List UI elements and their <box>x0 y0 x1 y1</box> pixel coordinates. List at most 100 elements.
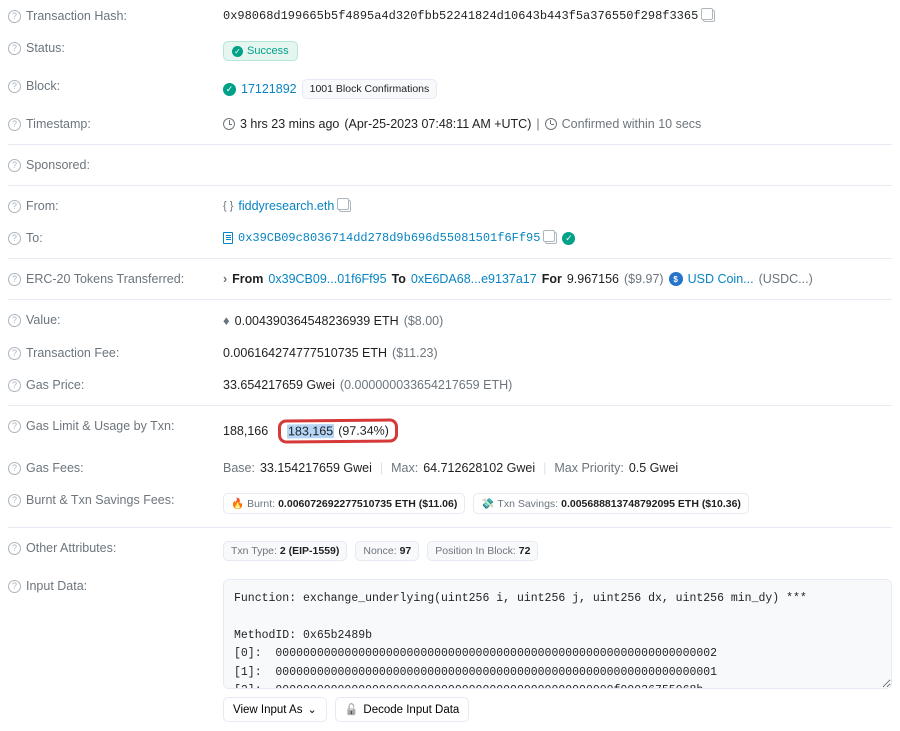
clock-icon <box>223 118 235 130</box>
decode-icon <box>345 703 359 716</box>
check-circle-icon <box>223 83 236 96</box>
savings-fee-box: 💸 Txn Savings: 0.005688813748792095 ETH … <box>473 493 749 514</box>
erc20-amount: 9.967156 <box>567 272 619 286</box>
help-icon[interactable] <box>8 232 21 245</box>
view-input-as-button[interactable]: View Input As <box>223 697 327 722</box>
row-sponsored: Sponsored: <box>8 149 892 181</box>
timestamp-ago: 3 hrs 23 mins ago <box>240 117 339 131</box>
help-icon[interactable] <box>8 273 21 286</box>
copy-icon[interactable] <box>545 232 557 244</box>
label-txhash: Transaction Hash: <box>26 9 127 23</box>
gasfees-base-label: Base: <box>223 461 255 475</box>
erc20-token-link[interactable]: USD Coin... <box>688 272 754 286</box>
to-link[interactable]: 0x39CB09c8036714dd278d9b696d55081501f6Ff… <box>238 231 540 245</box>
txfee-usd: ($11.23) <box>392 346 438 360</box>
label-inputdata: Input Data: <box>26 579 87 593</box>
burnt-fee-box: 🔥 Burnt: 0.006072692277510735 ETH ($11.0… <box>223 493 465 514</box>
decode-input-button[interactable]: Decode Input Data <box>335 697 470 722</box>
label-status: Status: <box>26 41 65 55</box>
label-to: To: <box>26 231 43 245</box>
help-icon[interactable] <box>8 494 21 507</box>
arrow-icon <box>223 272 227 286</box>
copy-icon[interactable] <box>339 200 351 212</box>
burnt-label: Burnt: <box>247 498 275 510</box>
row-txfee: Transaction Fee: 0.006164274777510735 ET… <box>8 337 892 369</box>
row-erc20: ERC-20 Tokens Transferred: From 0x39CB09… <box>8 263 892 295</box>
row-otherattr: Other Attributes: Txn Type: 2 (EIP-1559)… <box>8 532 892 570</box>
savings-value: 0.005688813748792095 ETH ($10.36) <box>561 498 741 510</box>
gasfees-max-label: Max: <box>391 461 418 475</box>
row-inputdata: Input Data: Function: exchange_underlyin… <box>8 570 892 731</box>
block-link[interactable]: 17121892 <box>241 82 297 96</box>
savings-label: Txn Savings: <box>497 498 558 510</box>
value-eth: 0.004390364548236939 ETH <box>235 314 399 328</box>
label-txfee: Transaction Fee: <box>26 346 119 360</box>
row-from: From: fiddyresearch.eth <box>8 190 892 222</box>
row-value: Value: 0.004390364548236939 ETH ($8.00) <box>8 304 892 337</box>
erc20-from-link[interactable]: 0x39CB09...01f6Ff95 <box>268 272 386 286</box>
status-badge: Success <box>223 41 298 61</box>
help-icon[interactable] <box>8 118 21 131</box>
help-icon[interactable] <box>8 314 21 327</box>
help-icon[interactable] <box>8 159 21 172</box>
row-block: Block: 17121892 1001 Block Confirmations <box>8 70 892 108</box>
inputdata-textarea[interactable]: Function: exchange_underlying(uint256 i,… <box>223 579 892 689</box>
contract-icon <box>223 232 233 244</box>
erc20-usd: ($9.97) <box>624 272 664 286</box>
help-icon[interactable] <box>8 580 21 593</box>
help-icon[interactable] <box>8 42 21 55</box>
label-timestamp: Timestamp: <box>26 117 91 131</box>
txtype-badge: Txn Type: 2 (EIP-1559) <box>223 541 347 561</box>
copy-icon[interactable] <box>703 10 715 22</box>
help-icon[interactable] <box>8 10 21 23</box>
erc20-word-from: From <box>232 272 263 286</box>
label-burnt: Burnt & Txn Savings Fees: <box>26 493 174 507</box>
help-icon[interactable] <box>8 200 21 213</box>
label-sponsored: Sponsored: <box>26 158 90 172</box>
position-badge: Position In Block: 72 <box>427 541 538 561</box>
help-icon[interactable] <box>8 379 21 392</box>
label-block: Block: <box>26 79 60 93</box>
row-burnt: Burnt & Txn Savings Fees: 🔥 Burnt: 0.006… <box>8 484 892 523</box>
nonce-badge: Nonce: 97 <box>355 541 419 561</box>
gasfees-maxp-label: Max Priority: <box>554 461 623 475</box>
help-icon[interactable] <box>8 462 21 475</box>
erc20-word-for: For <box>542 272 562 286</box>
help-icon[interactable] <box>8 542 21 555</box>
gasprice-eth: (0.000000033654217659 ETH) <box>340 378 512 392</box>
row-gasfees: Gas Fees: Base: 33.154217659 Gwei | Max:… <box>8 452 892 484</box>
row-timestamp: Timestamp: 3 hrs 23 mins ago (Apr-25-202… <box>8 108 892 140</box>
label-from: From: <box>26 199 59 213</box>
gasfees-maxp: 0.5 Gwei <box>629 461 678 475</box>
label-gasfees: Gas Fees: <box>26 461 84 475</box>
erc20-word-to: To <box>392 272 406 286</box>
txhash-value: 0x98068d199665b5f4895a4d320fbb52241824d1… <box>223 9 698 23</box>
timestamp-full: (Apr-25-2023 07:48:11 AM +UTC) <box>344 117 531 131</box>
confirmations-badge: 1001 Block Confirmations <box>302 79 438 99</box>
timestamp-confirmed: Confirmed within 10 secs <box>562 117 702 131</box>
help-icon[interactable] <box>8 80 21 93</box>
gasused-pct: (97.34%) <box>338 424 389 438</box>
usdc-icon <box>669 272 683 286</box>
savings-icon: 💸 <box>481 497 494 510</box>
burnt-value: 0.006072692277510735 ETH ($11.06) <box>278 498 457 510</box>
label-gaslimit: Gas Limit & Usage by Txn: <box>26 419 174 433</box>
row-to: To: 0x39CB09c8036714dd278d9b696d55081501… <box>8 222 892 254</box>
gasfees-max: 64.712628102 Gwei <box>423 461 535 475</box>
fire-icon: 🔥 <box>231 497 244 510</box>
help-icon[interactable] <box>8 420 21 433</box>
clock-icon <box>545 118 557 130</box>
from-link[interactable]: fiddyresearch.eth <box>238 199 334 213</box>
gasprice-gwei: 33.654217659 Gwei <box>223 378 335 392</box>
label-erc20: ERC-20 Tokens Transferred: <box>26 272 184 286</box>
eth-icon <box>223 313 230 328</box>
help-icon[interactable] <box>8 347 21 360</box>
row-status: Status: Success <box>8 32 892 70</box>
chevron-down-icon <box>307 703 316 716</box>
gasused-value: 183,165 <box>287 424 334 438</box>
check-circle-icon <box>562 232 575 245</box>
label-value: Value: <box>26 313 61 327</box>
erc20-to-link[interactable]: 0xE6DA68...e9137a17 <box>411 272 537 286</box>
gasfees-base: 33.154217659 Gwei <box>260 461 372 475</box>
value-usd: ($8.00) <box>404 314 444 328</box>
